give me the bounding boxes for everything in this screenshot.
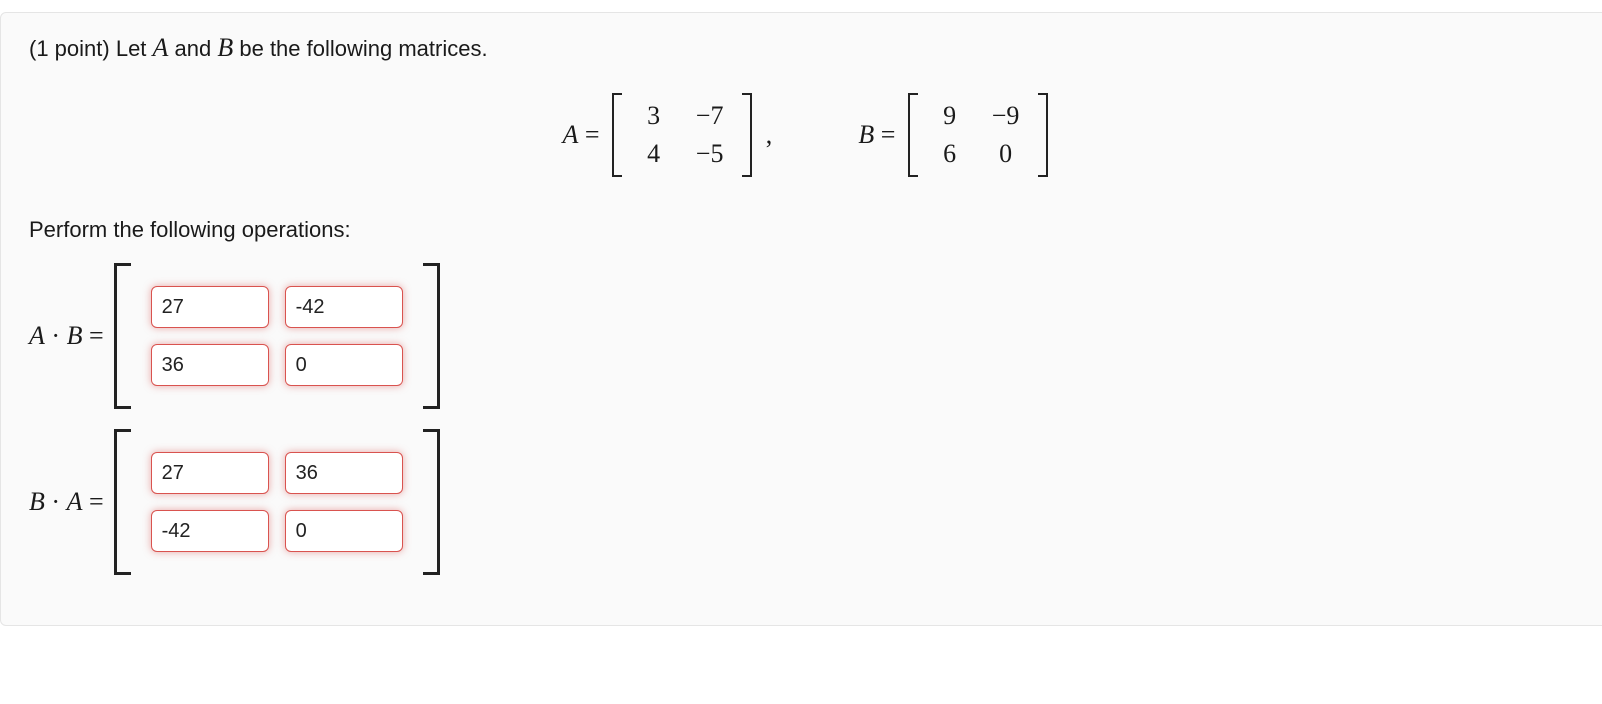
answer-AB-row: A · B = [29,263,1587,409]
B-cell-0-0: 9 [922,97,978,135]
matrix-A-bracket: 3 −7 4 −5 [612,93,752,177]
points: (1 point) [29,36,116,61]
answer-BA-label: B · A = [29,487,104,517]
answer-AB-label: A · B = [29,321,104,351]
B-cell-1-1: 0 [978,135,1034,173]
A-cell-1-0: 4 [626,135,682,173]
intro-let: Let [116,36,153,61]
B-cell-1-0: 6 [922,135,978,173]
BA-input-1-1[interactable] [285,510,403,552]
comma: , [766,120,773,150]
matrix-A-def: A = 3 −7 4 −5 , [562,93,772,177]
AB-input-1-0[interactable] [151,344,269,386]
intro-tail: be the following matrices. [233,36,487,61]
matrix-definitions: A = 3 −7 4 −5 , B = [29,93,1587,177]
matrix-A-label: A = [562,120,599,150]
A-cell-0-1: −7 [682,97,738,135]
var-B: B [217,33,233,62]
BA-input-0-1[interactable] [285,452,403,494]
B-cell-0-1: −9 [978,97,1034,135]
A-cell-0-0: 3 [626,97,682,135]
problem-container: (1 point) Let A and B be the following m… [0,12,1602,626]
A-cell-1-1: −5 [682,135,738,173]
answer-BA-row: B · A = [29,429,1587,575]
BA-input-0-0[interactable] [151,452,269,494]
var-A: A [153,33,169,62]
matrix-B-table: 9 −9 6 0 [922,97,1034,173]
matrix-B-label: B = [858,120,895,150]
matrix-B-def: B = 9 −9 6 0 [858,93,1053,177]
AB-input-0-0[interactable] [151,286,269,328]
AB-input-0-1[interactable] [285,286,403,328]
problem-intro: (1 point) Let A and B be the following m… [29,33,1587,63]
perform-text: Perform the following operations: [29,217,1587,243]
answer-AB-bracket [114,263,440,409]
answer-BA-bracket [114,429,440,575]
matrix-A-table: 3 −7 4 −5 [626,97,738,173]
matrix-B-bracket: 9 −9 6 0 [908,93,1048,177]
intro-and: and [168,36,217,61]
AB-input-1-1[interactable] [285,344,403,386]
BA-input-1-0[interactable] [151,510,269,552]
